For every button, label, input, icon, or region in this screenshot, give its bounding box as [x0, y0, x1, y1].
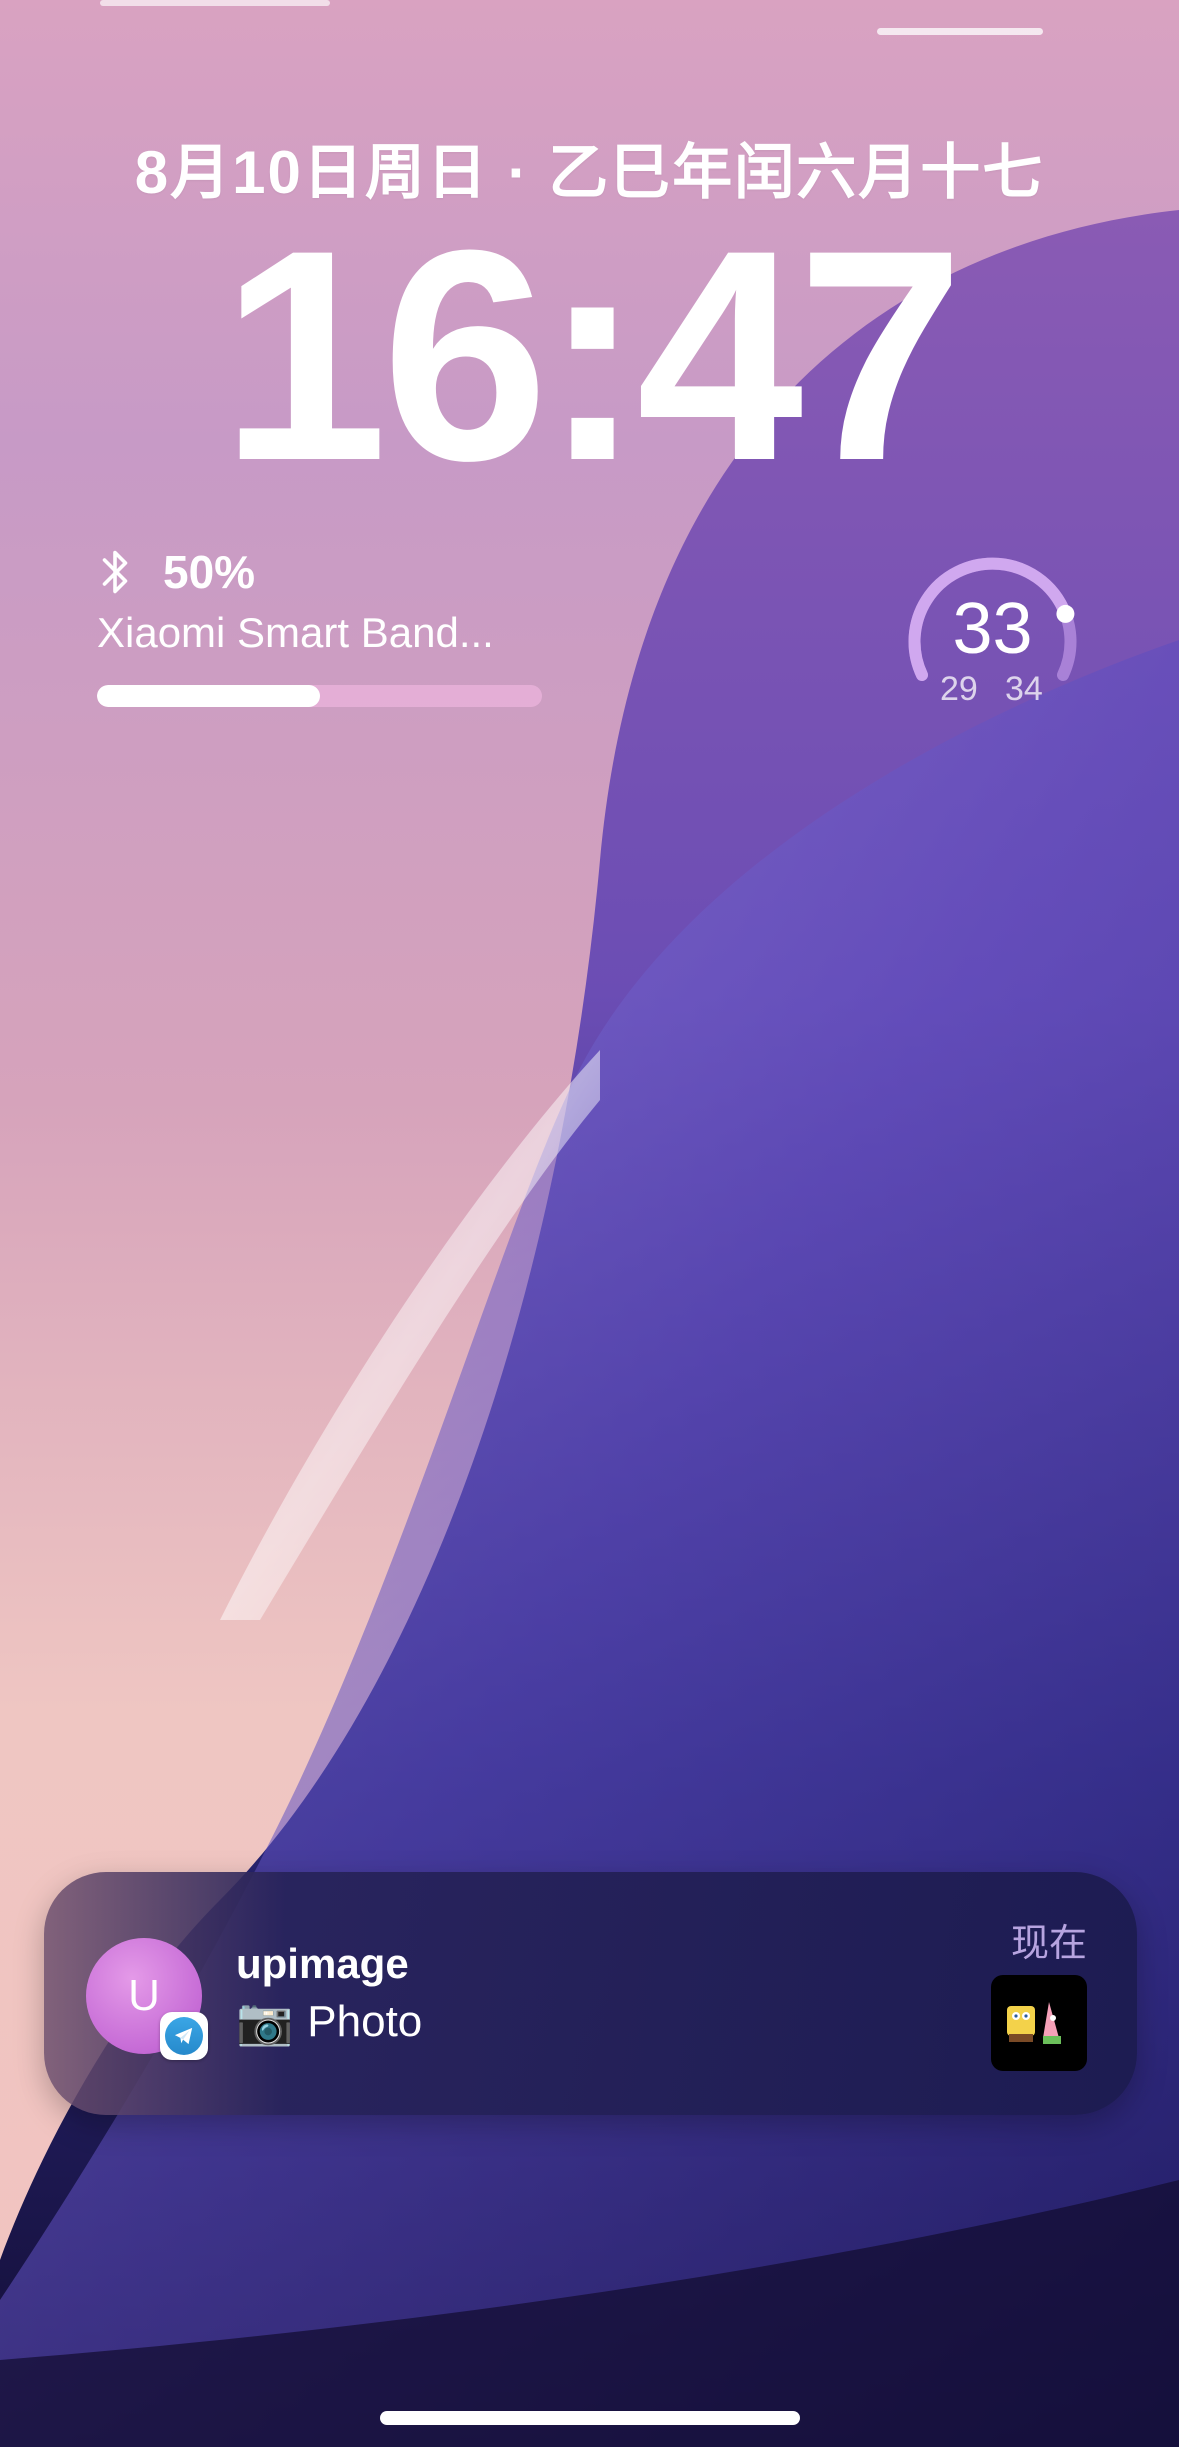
camera-icon: 📷	[236, 1995, 294, 2047]
notification-body: 📷 Photo	[236, 1994, 422, 2049]
notification-time: 现在	[1010, 1923, 1087, 1965]
band-battery-bar	[97, 685, 542, 707]
band-device-name: Xiaomi Smart Band...	[97, 609, 494, 656]
temperature-widget[interactable]: 33 29 34	[900, 540, 1085, 720]
telegram-icon	[160, 2012, 208, 2060]
band-battery-widget[interactable]: 50% Xiaomi Smart Band...	[97, 545, 542, 707]
lockscreen-time: 16:47	[220, 187, 964, 523]
status-bar-remnant	[100, 0, 330, 6]
temperature-low: 29	[940, 670, 978, 708]
temperature-current: 33	[952, 589, 1033, 669]
band-battery-fill	[97, 685, 320, 707]
band-battery-percent: 50%	[163, 546, 256, 598]
notification-title: upimage	[236, 1940, 409, 1987]
temperature-high: 34	[1005, 670, 1043, 708]
home-indicator[interactable]	[380, 2411, 800, 2425]
notification-card[interactable]: U upimage 📷 Photo 现在	[44, 1872, 1137, 2115]
control-center-indicator[interactable]	[877, 28, 1043, 35]
notification-body-text: Photo	[307, 1996, 423, 2046]
bluetooth-icon	[102, 550, 128, 594]
sticker-thumbnail	[991, 1975, 1087, 2071]
